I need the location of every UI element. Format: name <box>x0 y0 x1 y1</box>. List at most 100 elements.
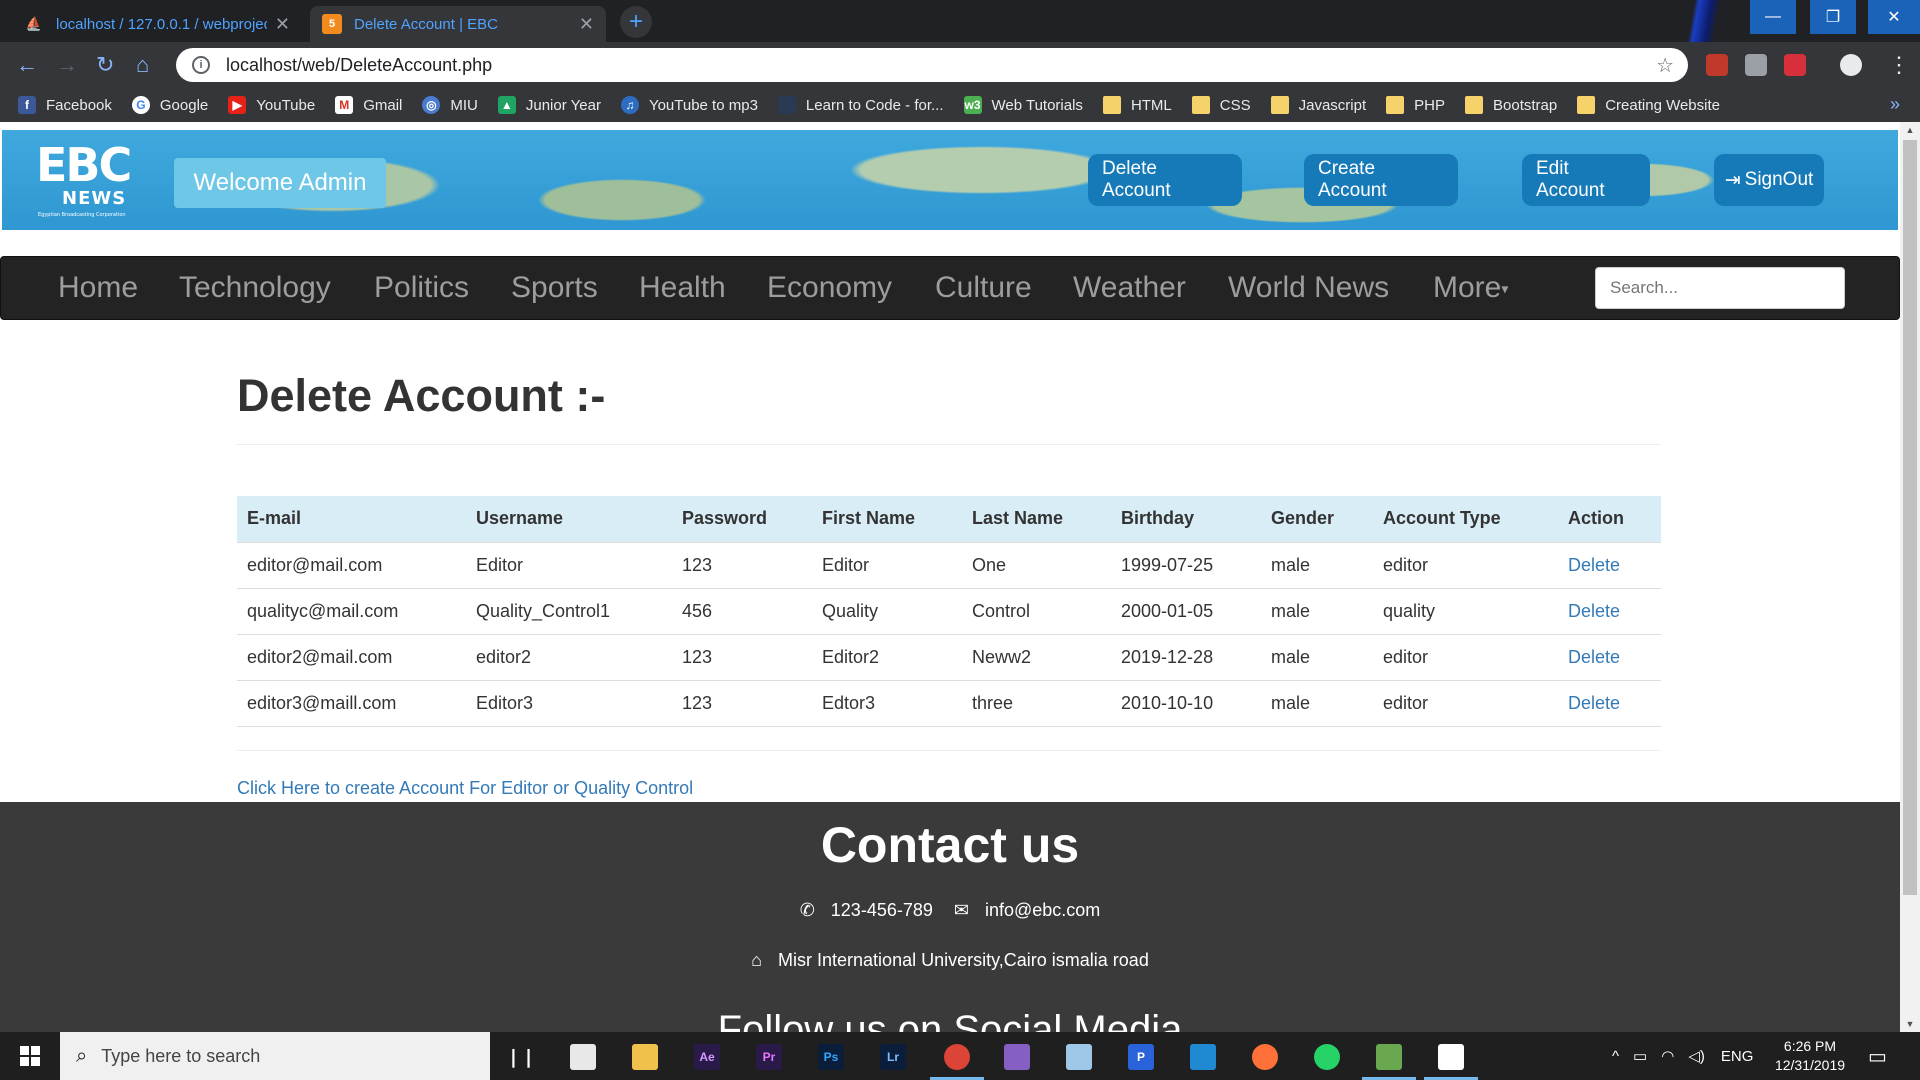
minimize-icon[interactable]: — <box>1750 0 1796 34</box>
reload-icon[interactable]: ↻ <box>96 52 114 78</box>
system-tray: ^ ▭ ◠ ◁) ENG <box>1612 1032 1753 1080</box>
bookmark-web-tutorials[interactable]: w3 Web Tutorials <box>963 96 1083 114</box>
bookmark-javascript[interactable]: Javascript <box>1270 96 1366 114</box>
project-icon[interactable]: P <box>1128 1044 1154 1070</box>
language-indicator[interactable]: ENG <box>1721 1048 1754 1065</box>
pdf-extension-icon[interactable] <box>1706 54 1728 76</box>
create-account-button[interactable]: Create Account <box>1304 154 1458 206</box>
bookmark-css[interactable]: CSS <box>1191 96 1251 114</box>
bookmark-label: HTML <box>1130 96 1172 114</box>
bookmark-google[interactable]: G Google <box>131 96 208 114</box>
nav-technology[interactable]: Technology <box>179 271 331 305</box>
cell-last-name: One <box>962 541 1111 588</box>
notification-icon[interactable]: ▭ <box>1868 1032 1887 1080</box>
start-button[interactable] <box>0 1032 60 1080</box>
delete-link[interactable]: Delete <box>1568 601 1620 621</box>
taskbar-search[interactable]: ⌕ Type here to search <box>60 1032 490 1080</box>
nav-health[interactable]: Health <box>639 271 726 305</box>
battery-icon[interactable]: ▭ <box>1633 1047 1647 1065</box>
page-scrollbar[interactable]: ▲ ▼ <box>1900 122 1920 1032</box>
edit-account-button[interactable]: Edit Account <box>1522 154 1650 206</box>
cube-app-icon[interactable] <box>1066 1044 1092 1070</box>
chevron-up-icon[interactable]: ^ <box>1612 1048 1619 1065</box>
signout-button[interactable]: ⇥ SignOut <box>1714 154 1824 206</box>
bookmark-bootstrap[interactable]: Bootstrap <box>1465 96 1557 114</box>
photoshop-icon[interactable]: Ps <box>818 1044 844 1070</box>
cell-username: Quality_Control1 <box>466 587 672 634</box>
chrome-icon[interactable] <box>944 1044 970 1070</box>
forward-icon[interactable]: → <box>56 52 78 78</box>
wifi-icon[interactable]: ◠ <box>1661 1047 1674 1065</box>
bookmark-creating-website[interactable]: Creating Website <box>1577 96 1720 114</box>
nav-sports[interactable]: Sports <box>511 271 598 305</box>
phone-icon: ✆ <box>799 900 815 920</box>
folder-icon <box>1270 96 1289 114</box>
new-tab-button[interactable]: + <box>620 6 652 38</box>
bookmark-learn-to-code[interactable]: Learn to Code - for... <box>777 96 944 114</box>
address-bar[interactable]: i localhost/web/DeleteAccount.php ☆ <box>176 48 1688 82</box>
bookmark-junior-year[interactable]: ▲ Junior Year <box>497 96 601 114</box>
task-view-icon[interactable]: ❘❘ <box>506 1044 536 1070</box>
info-icon[interactable]: i <box>192 56 210 74</box>
nav-home[interactable]: Home <box>58 271 138 305</box>
tab-delete-account[interactable]: 5 Delete Account | EBC ✕ <box>310 6 606 42</box>
bookmark-html[interactable]: HTML <box>1102 96 1172 114</box>
more-bookmarks-icon[interactable]: » <box>1890 94 1900 115</box>
cell-gender: male <box>1261 587 1373 634</box>
bookmark-star-icon[interactable]: ☆ <box>1656 53 1674 78</box>
nav-culture[interactable]: Culture <box>935 271 1032 305</box>
visual-studio-icon[interactable] <box>1004 1044 1030 1070</box>
bookmark-miu[interactable]: ◎ MIU <box>422 96 478 114</box>
volume-icon[interactable]: ◁) <box>1688 1047 1705 1065</box>
scroll-down-icon[interactable]: ▼ <box>1900 1016 1920 1032</box>
after-effects-icon[interactable]: Ae <box>694 1044 720 1070</box>
premiere-icon[interactable]: Pr <box>756 1044 782 1070</box>
close-tab-icon[interactable]: ✕ <box>275 14 290 35</box>
lightroom-icon[interactable]: Lr <box>880 1044 906 1070</box>
scrollbar-thumb[interactable] <box>1903 140 1917 895</box>
restore-icon[interactable]: ❐ <box>1810 0 1856 34</box>
delete-link[interactable]: Delete <box>1568 693 1620 713</box>
close-tab-icon[interactable]: ✕ <box>579 14 594 35</box>
bookmark-gmail[interactable]: M Gmail <box>335 96 402 114</box>
tab-title: Delete Account | EBC <box>354 15 498 33</box>
photos-icon[interactable] <box>1438 1044 1464 1070</box>
delete-account-button[interactable]: Delete Account <box>1088 154 1242 206</box>
extension-icon[interactable] <box>1745 54 1767 76</box>
nav-politics[interactable]: Politics <box>374 271 469 305</box>
menu-icon[interactable]: ⋮ <box>1888 52 1910 78</box>
col-first-name: First Name <box>812 496 962 542</box>
clock[interactable]: 6:26 PM 12/31/2019 <box>1768 1037 1852 1075</box>
tab-phpmyadmin[interactable]: ⛵ localhost / 127.0.0.1 / webproject ✕ <box>12 6 302 42</box>
delete-link[interactable]: Delete <box>1568 647 1620 667</box>
app-icon[interactable] <box>1376 1044 1402 1070</box>
ebc-logo[interactable]: EBC NEWS Egyptian Broadcasting Corporati… <box>36 138 146 224</box>
whatsapp-icon[interactable] <box>1314 1044 1340 1070</box>
bookmark-facebook[interactable]: f Facebook <box>18 96 112 114</box>
window-decoration <box>1660 0 1740 42</box>
headphones-icon: ♫ <box>620 96 639 114</box>
delete-link[interactable]: Delete <box>1568 555 1620 575</box>
mail-icon[interactable] <box>570 1044 596 1070</box>
scroll-up-icon[interactable]: ▲ <box>1900 122 1920 138</box>
nav-weather[interactable]: Weather <box>1073 271 1186 305</box>
file-explorer-icon[interactable] <box>632 1044 658 1070</box>
bookmark-php[interactable]: PHP <box>1386 96 1445 114</box>
pocket-icon[interactable] <box>1784 54 1806 76</box>
create-account-link[interactable]: Click Here to create Account For Editor … <box>237 778 693 799</box>
vscode-icon[interactable] <box>1190 1044 1216 1070</box>
cell-first-name: Edtor3 <box>812 679 962 727</box>
gmail-icon: M <box>335 96 354 114</box>
nav-economy[interactable]: Economy <box>767 271 892 305</box>
bookmark-youtube-mp3[interactable]: ♫ YouTube to mp3 <box>620 96 758 114</box>
firefox-icon[interactable] <box>1252 1044 1278 1070</box>
back-icon[interactable]: ← <box>16 52 38 78</box>
home-icon[interactable]: ⌂ <box>136 52 149 78</box>
nav-more-dropdown[interactable]: More▾ <box>1433 271 1508 305</box>
nav-world-news[interactable]: World News <box>1228 271 1389 305</box>
bookmark-youtube[interactable]: ▶ YouTube <box>228 96 315 114</box>
profile-avatar[interactable] <box>1840 54 1862 76</box>
search-input[interactable] <box>1595 267 1845 309</box>
close-window-icon[interactable]: ✕ <box>1868 0 1920 34</box>
freecodecamp-icon <box>777 96 796 114</box>
